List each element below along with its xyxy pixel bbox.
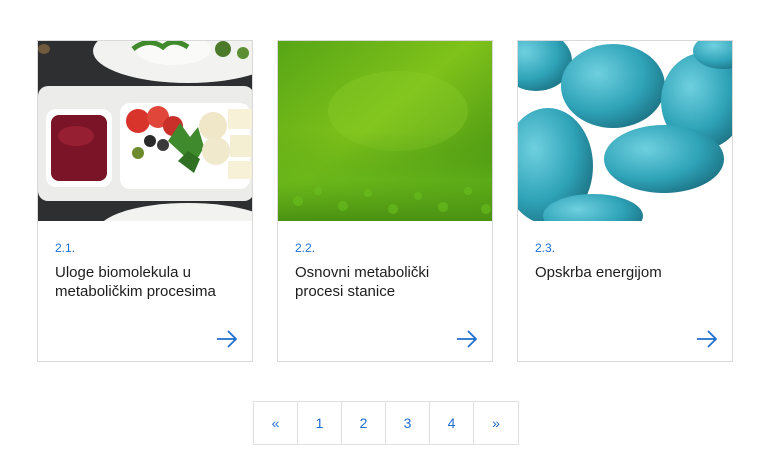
card-number: 2.2.	[295, 241, 316, 255]
arrow-right-icon[interactable]	[456, 330, 478, 348]
pagination-first-button[interactable]: «	[254, 402, 298, 444]
pagination-page-4[interactable]: 4	[430, 402, 474, 444]
card-title: Opskrba energijom	[535, 264, 662, 281]
pagination-page-3[interactable]: 3	[386, 402, 430, 444]
arrow-right-icon[interactable]	[696, 330, 718, 348]
lesson-card-2-1[interactable]: 2.1. Uloge biomolekula u metaboličkim pr…	[37, 40, 253, 362]
card-number: 2.3.	[535, 241, 556, 255]
teal-cells-image	[518, 41, 732, 221]
green-moss-image	[278, 41, 492, 221]
lesson-card-2-2[interactable]: 2.2. Osnovni metabolički procesi stanice	[277, 40, 493, 362]
card-title: Osnovni metabolički procesi stanice	[295, 264, 430, 300]
pagination-page-2[interactable]: 2	[342, 402, 386, 444]
food-platter-image	[38, 41, 252, 221]
pagination: « 1 2 3 4 »	[253, 401, 519, 445]
card-title: Uloge biomolekula u metaboličkim procesi…	[55, 264, 216, 300]
arrow-right-icon[interactable]	[216, 330, 238, 348]
card-number: 2.1.	[55, 241, 76, 255]
lesson-card-2-3[interactable]: 2.3. Opskrba energijom	[517, 40, 733, 362]
pagination-page-1[interactable]: 1	[298, 402, 342, 444]
pagination-last-button[interactable]: »	[474, 402, 518, 444]
